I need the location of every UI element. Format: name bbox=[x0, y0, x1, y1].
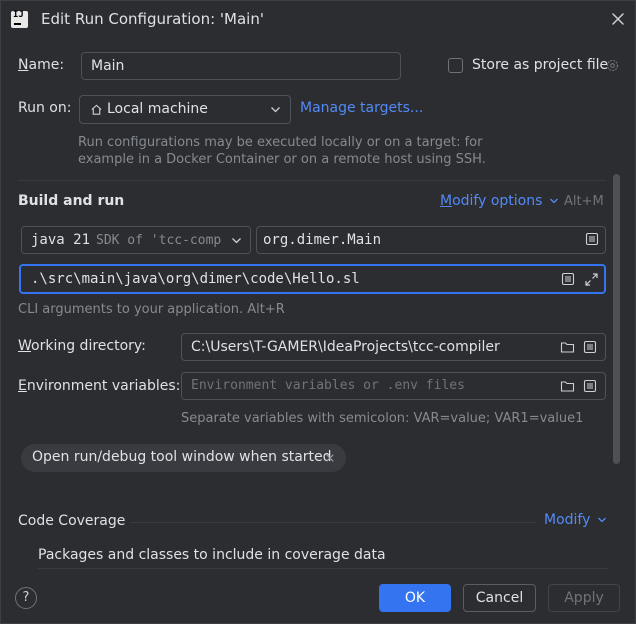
cancel-button[interactable]: Cancel bbox=[463, 584, 536, 612]
jdk-dropdown[interactable]: java 21 SDK of 'tcc-comp bbox=[21, 226, 251, 254]
code-coverage-heading: Code Coverage bbox=[18, 513, 126, 529]
chevron-down-icon bbox=[270, 105, 281, 114]
vertical-scrollbar[interactable] bbox=[613, 174, 620, 464]
ok-button[interactable]: OK bbox=[379, 584, 451, 612]
open-tool-window-chip[interactable]: Open run/debug tool window when started bbox=[21, 444, 346, 472]
section-divider bbox=[18, 180, 606, 181]
environment-variables-placeholder: Environment variables or .env files bbox=[191, 378, 465, 393]
working-directory-label: Working directory: bbox=[18, 338, 146, 354]
modify-options-shortcut: Alt+M bbox=[564, 194, 604, 209]
coverage-modify-link[interactable]: Modify bbox=[544, 512, 607, 528]
environment-variables-hint: Separate variables with semicolon: VAR=v… bbox=[181, 411, 584, 426]
expand-list-icon[interactable] bbox=[561, 272, 575, 286]
coverage-packages-label: Packages and classes to include in cover… bbox=[38, 547, 386, 563]
folder-icon[interactable] bbox=[560, 340, 575, 354]
chevron-down-icon bbox=[549, 198, 558, 204]
home-icon bbox=[90, 103, 103, 116]
coverage-table-header-border bbox=[38, 568, 608, 569]
run-on-value: Local machine bbox=[107, 101, 208, 117]
name-field-value: Main bbox=[91, 58, 125, 74]
browse-list-icon[interactable] bbox=[583, 379, 597, 393]
jdk-description: SDK of 'tcc-comp bbox=[96, 233, 222, 248]
working-directory-field[interactable]: C:\Users\T-GAMER\IdeaProjects\tcc-compil… bbox=[181, 333, 606, 361]
main-class-value: org.dimer.Main bbox=[263, 232, 382, 248]
coverage-divider bbox=[130, 522, 535, 523]
program-arguments-value: .\src\main\java\org\dimer\code\Hello.sl bbox=[31, 271, 360, 287]
modify-options-link[interactable]: Modify options bbox=[440, 193, 559, 209]
help-button[interactable]: ? bbox=[15, 587, 37, 609]
run-on-hint-line1: Run configurations may be executed local… bbox=[78, 135, 483, 150]
name-label: Name: bbox=[18, 57, 65, 73]
environment-variables-field[interactable]: Environment variables or .env files bbox=[181, 372, 606, 400]
program-arguments-field[interactable]: .\src\main\java\org\dimer\code\Hello.sl bbox=[19, 264, 606, 294]
gear-icon[interactable] bbox=[605, 58, 620, 73]
apply-button[interactable]: Apply bbox=[548, 584, 620, 612]
close-icon[interactable] bbox=[610, 11, 626, 27]
folder-icon[interactable] bbox=[560, 379, 575, 393]
build-and-run-heading: Build and run bbox=[18, 193, 125, 209]
run-on-label: Run on: bbox=[18, 100, 72, 116]
browse-list-icon[interactable] bbox=[583, 340, 597, 354]
store-as-project-file-checkbox[interactable] bbox=[448, 58, 463, 73]
manage-targets-link[interactable]: Manage targets... bbox=[300, 100, 423, 116]
browse-list-icon[interactable] bbox=[585, 232, 599, 246]
jdk-name: java 21 bbox=[31, 232, 91, 248]
working-directory-value: C:\Users\T-GAMER\IdeaProjects\tcc-compil… bbox=[191, 339, 500, 355]
chip-label: Open run/debug tool window when started bbox=[32, 449, 332, 465]
intellij-app-icon: IJ bbox=[11, 11, 28, 28]
main-class-field[interactable]: org.dimer.Main bbox=[256, 226, 606, 254]
run-on-dropdown[interactable]: Local machine bbox=[79, 95, 291, 124]
chevron-down-icon bbox=[597, 517, 606, 523]
name-field[interactable]: Main bbox=[81, 52, 401, 80]
run-on-hint-line2: example in a Docker Container or on a re… bbox=[78, 152, 486, 167]
close-icon[interactable] bbox=[325, 453, 335, 463]
chevron-down-icon bbox=[231, 236, 242, 245]
store-as-project-file-label: Store as project file bbox=[472, 57, 609, 73]
dialog-title: Edit Run Configuration: 'Main' bbox=[41, 10, 264, 28]
environment-variables-label: Environment variables: bbox=[18, 378, 181, 394]
expand-icon[interactable] bbox=[584, 272, 599, 287]
program-arguments-hint: CLI arguments to your application. Alt+R bbox=[18, 302, 285, 317]
